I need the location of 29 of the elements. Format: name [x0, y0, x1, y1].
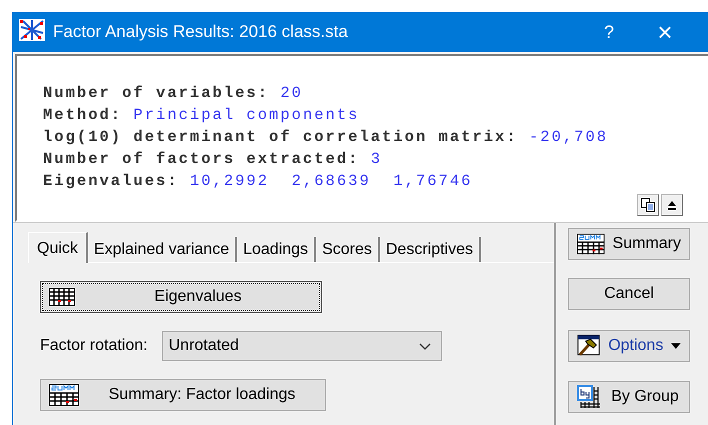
output-line: log(10) determinant of correlation matrix: -20,708 — [43, 127, 608, 148]
summary-button[interactable]: Summary — [568, 228, 690, 260]
eigenvalues-button[interactable]: Eigenvalues — [40, 281, 322, 313]
cancel-button[interactable]: Cancel — [568, 278, 690, 310]
summary-factor-loadings-button[interactable]: Summary: Factor loadings — [40, 379, 326, 411]
collapse-button[interactable] — [661, 194, 683, 216]
window-title: Factor Analysis Results: 2016 class.sta — [53, 22, 349, 42]
summary-table-icon — [577, 233, 605, 255]
app-logo-icon — [19, 18, 45, 40]
output-line: Number of factors extracted: 3 — [43, 149, 382, 170]
output-line: Number of variables: 20 — [43, 83, 303, 104]
field-label: Factor rotation: — [40, 337, 148, 355]
up-arrow-icon — [668, 200, 676, 210]
options-button[interactable]: Options — [568, 330, 690, 362]
tab[interactable]: Quick — [28, 232, 88, 263]
by-group-icon — [577, 385, 601, 409]
menu-caret-icon — [671, 343, 681, 349]
copy-button[interactable] — [637, 194, 659, 216]
dropdown-caret-icon — [418, 342, 431, 350]
output-line: Method: Principal components — [43, 105, 360, 126]
table-icon — [49, 288, 75, 306]
factor-rotation-dropdown[interactable]: Unrotated — [162, 331, 442, 361]
by-group-button[interactable]: By Group — [568, 381, 690, 413]
hammer-icon — [577, 334, 600, 358]
summary-table-icon — [49, 384, 79, 406]
output-line: Eigenvalues: 10,2992 2,68639 1,76746 — [43, 171, 472, 192]
close-button[interactable]: × — [637, 16, 693, 48]
help-button[interactable]: ? — [581, 22, 637, 42]
copy-icon — [641, 198, 655, 212]
